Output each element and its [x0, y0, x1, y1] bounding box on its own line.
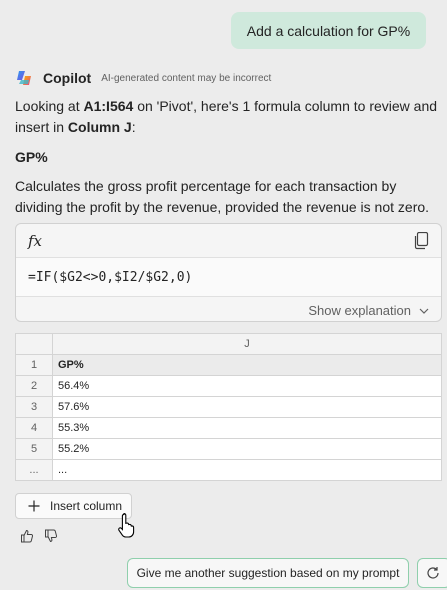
preview-table: J 1 GP% 2 56.4% 3 57.6% 4 55.3% 5 55.2% …	[15, 333, 442, 481]
thumbs-up-icon[interactable]	[20, 529, 34, 548]
cell-value: ...	[52, 459, 442, 481]
feedback-controls	[20, 529, 58, 548]
cell-value: 57.6%	[52, 396, 442, 418]
row-number: 3	[15, 396, 53, 418]
copy-icon[interactable]	[413, 232, 429, 250]
insert-column-button[interactable]: Insert column	[15, 493, 132, 519]
another-suggestion-label: Give me another suggestion based on my p…	[136, 566, 400, 580]
intro-column: Column J	[67, 119, 132, 135]
column-letter-header: J	[52, 333, 442, 355]
hand-cursor-icon	[118, 512, 135, 538]
fx-icon: fx	[28, 232, 43, 250]
column-title: GP%	[15, 149, 48, 165]
show-explanation-label: Show explanation	[308, 303, 411, 318]
user-message-text: Add a calculation for GP%	[246, 22, 411, 39]
intro-text-3: :	[131, 119, 136, 135]
table-row: 5 55.2%	[15, 438, 442, 460]
corner-cell	[15, 333, 53, 355]
refresh-icon	[427, 567, 439, 579]
table-row: ... ...	[15, 459, 442, 481]
plus-icon	[28, 500, 40, 512]
table-row: 4 55.3%	[15, 417, 442, 439]
cell-value: 55.3%	[52, 417, 442, 439]
copilot-logo-icon	[17, 71, 31, 85]
table-row: 3 57.6%	[15, 396, 442, 418]
row-number: 1	[15, 354, 53, 376]
chevron-down-icon	[419, 308, 429, 314]
assistant-name: Copilot	[43, 70, 92, 86]
assistant-header: Copilot AI-generated content may be inco…	[15, 68, 271, 88]
row-number: 2	[15, 375, 53, 397]
thumbs-down-icon[interactable]	[44, 529, 58, 548]
ai-disclaimer: AI-generated content may be incorrect	[101, 72, 272, 84]
column-description: Calculates the gross profit percentage f…	[15, 178, 430, 215]
formula-text[interactable]: =IF($G2<>0,$I2/$G2,0)	[16, 257, 441, 297]
another-suggestion-button[interactable]: Give me another suggestion based on my p…	[127, 558, 409, 588]
formula-card: fx =IF($G2<>0,$I2/$G2,0) Show explanatio…	[15, 223, 442, 322]
row-number: 4	[15, 417, 53, 439]
insert-column-label: Insert column	[50, 499, 123, 513]
cell-value: 55.2%	[52, 438, 442, 460]
assistant-intro: Looking at A1:I564 on 'Pivot', here's 1 …	[15, 96, 440, 138]
cell-value: GP%	[52, 354, 442, 376]
cell-value: 56.4%	[52, 375, 442, 397]
intro-text-1: Looking at	[15, 98, 84, 114]
show-explanation-toggle[interactable]: Show explanation	[308, 303, 429, 318]
table-row: 2 56.4%	[15, 375, 442, 397]
intro-range: A1:I564	[83, 98, 134, 114]
preview-column-header-row: J	[15, 333, 442, 355]
table-row: 1 GP%	[15, 354, 442, 376]
user-message-bubble: Add a calculation for GP%	[231, 12, 426, 49]
row-number: 5	[15, 438, 53, 460]
row-number: ...	[15, 459, 53, 481]
refresh-button[interactable]	[417, 558, 447, 588]
